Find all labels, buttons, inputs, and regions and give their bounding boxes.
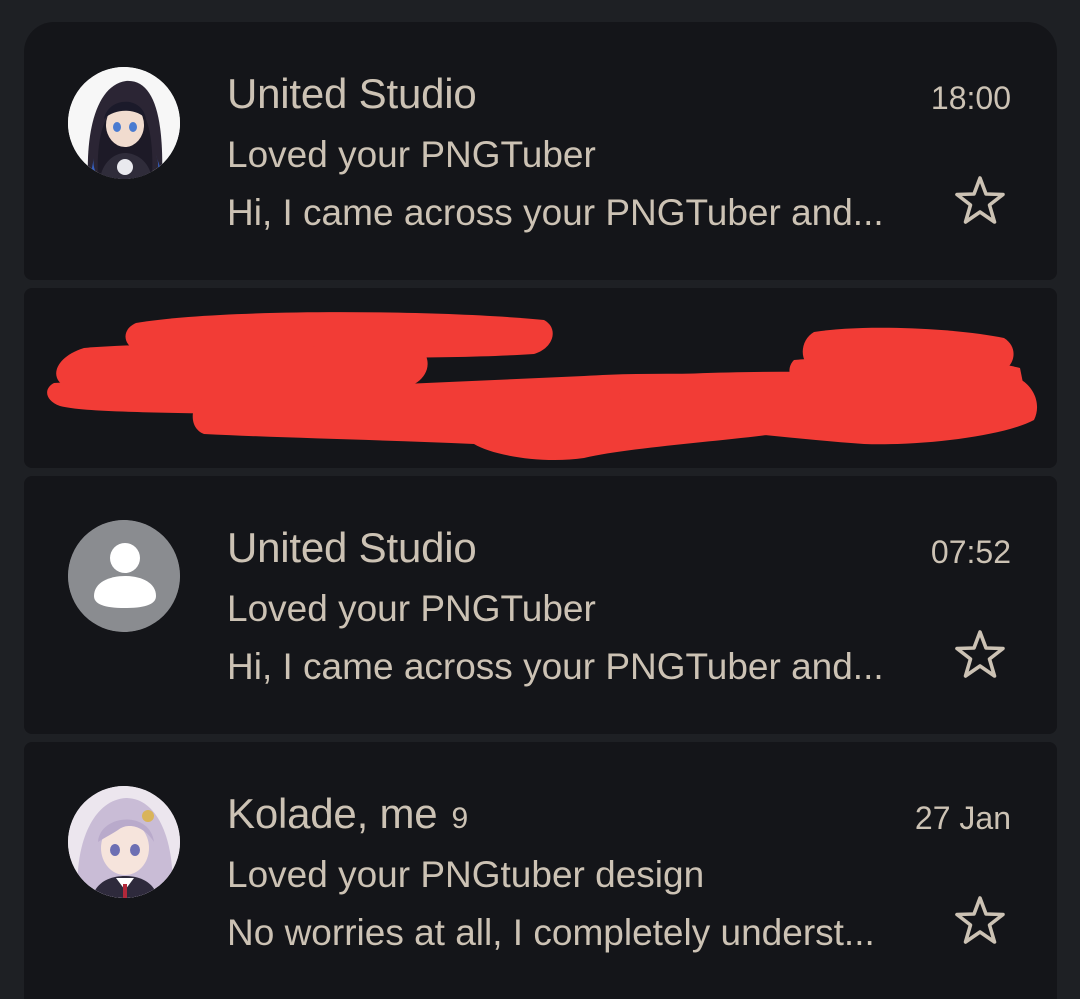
anime-lilac-hair-girl-avatar-icon (68, 786, 180, 898)
email-snippet: Hi, I came across your PNGTuber and... (227, 192, 884, 233)
email-time: 18:00 (930, 80, 1011, 116)
thread-count: 9 (451, 802, 468, 835)
email-row[interactable]: United Studio 18:00 Loved your PNGTuber … (24, 22, 1057, 280)
email-subject: Loved your PNGTuber (227, 588, 596, 629)
redaction-scribble (47, 312, 1038, 461)
sender-name-text: Kolade, me (227, 790, 438, 837)
anime-hooded-girl-avatar-icon (68, 67, 180, 179)
star-icon[interactable] (953, 894, 1007, 948)
email-row[interactable]: United Studio 07:52 Loved your PNGTuber … (24, 476, 1057, 734)
email-time: 27 Jan (914, 800, 1011, 836)
default-person-avatar-icon (68, 520, 180, 632)
email-snippet: No worries at all, I completely underst.… (227, 912, 875, 953)
email-time: 07:52 (930, 534, 1011, 570)
star-icon[interactable] (953, 628, 1007, 682)
email-row-redacted[interactable] (24, 288, 1057, 468)
sender-avatar[interactable] (68, 67, 180, 179)
sender-name: United Studio (227, 524, 477, 571)
sender-avatar[interactable] (68, 520, 180, 632)
email-list: United Studio 18:00 Loved your PNGTuber … (0, 0, 1080, 999)
sender-name: United Studio (227, 70, 477, 117)
email-row[interactable]: Kolade, me 9 27 Jan Loved your PNGtuber d… (24, 742, 1057, 999)
sender-avatar[interactable] (68, 786, 180, 898)
email-snippet: Hi, I came across your PNGTuber and... (227, 646, 884, 687)
sender-name: Kolade, me 9 (227, 790, 468, 838)
email-subject: Loved your PNGTuber (227, 134, 596, 175)
email-subject: Loved your PNGtuber design (227, 854, 705, 895)
star-icon[interactable] (953, 174, 1007, 228)
